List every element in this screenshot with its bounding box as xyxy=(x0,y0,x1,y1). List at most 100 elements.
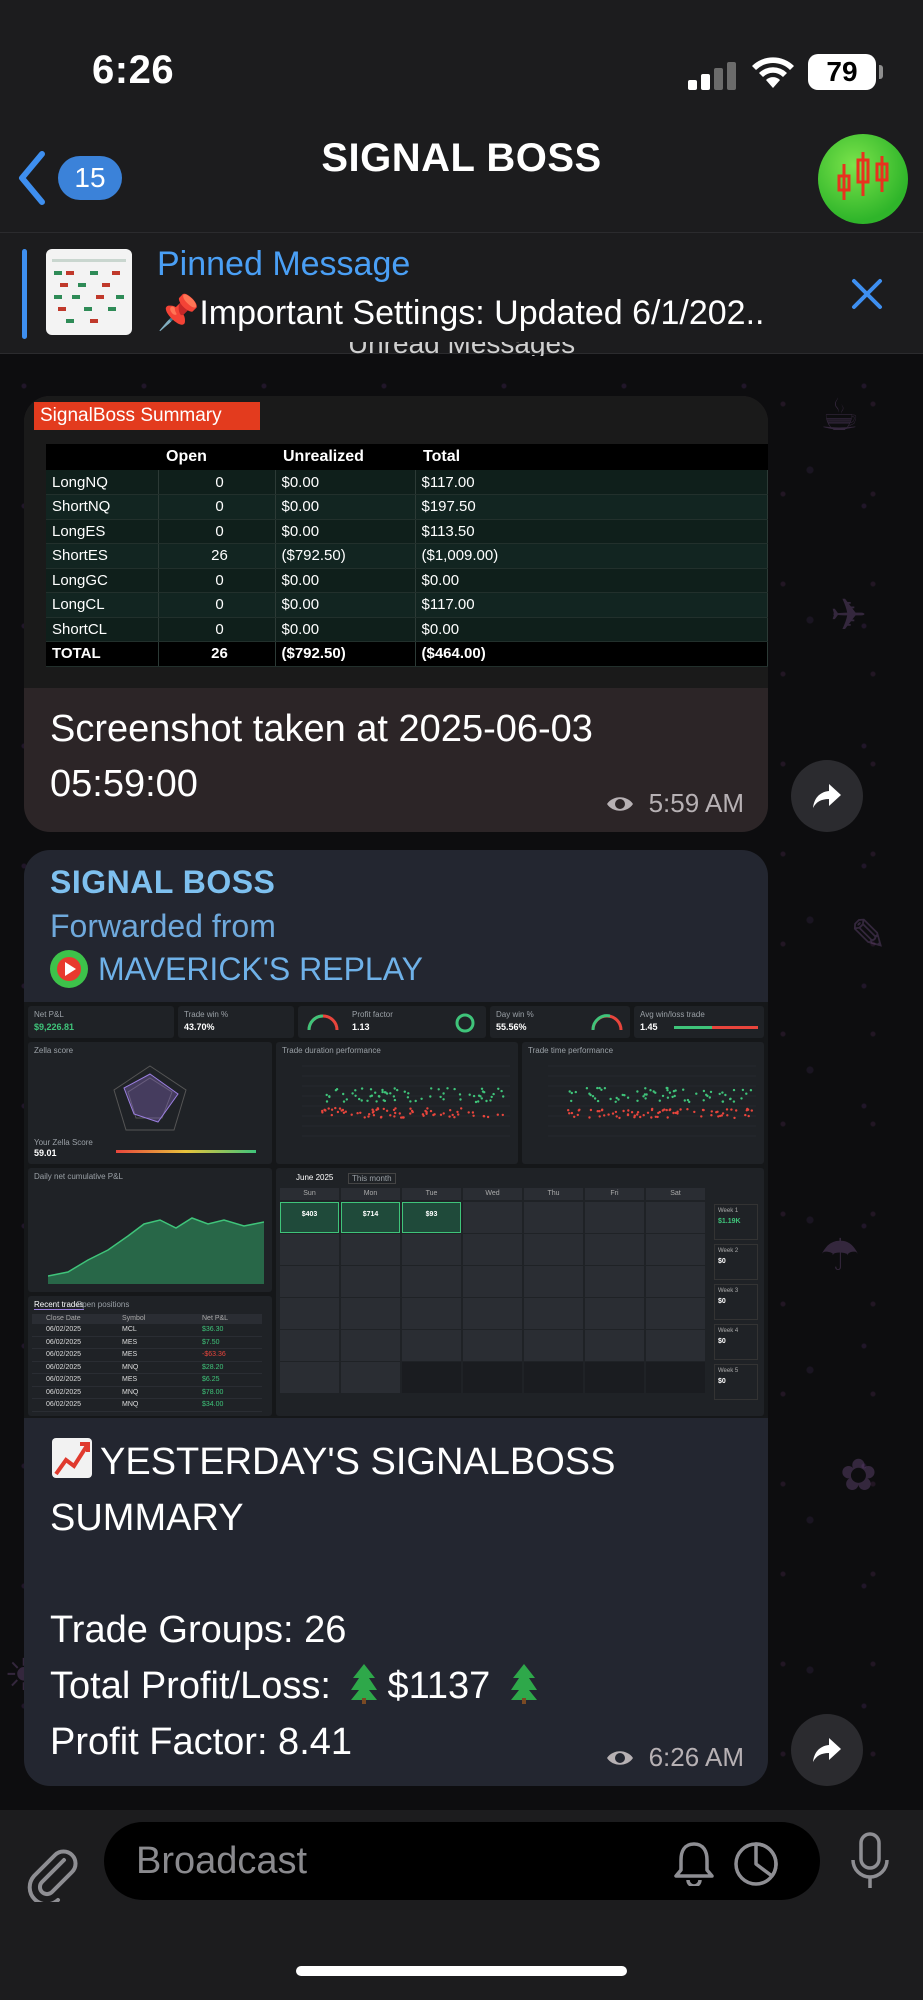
forward-button[interactable] xyxy=(791,760,863,832)
scatter-point xyxy=(600,1088,603,1091)
bell-icon[interactable] xyxy=(672,1840,716,1886)
calendar-day[interactable] xyxy=(280,1266,339,1297)
calendar-day[interactable] xyxy=(341,1266,400,1297)
recent-trade-row[interactable]: 06/02/2025 MNQ $34.00 xyxy=(32,1399,262,1412)
calendar-day[interactable] xyxy=(585,1362,644,1393)
calendar-day[interactable] xyxy=(402,1266,461,1297)
recent-trade-row[interactable]: 06/02/2025 MES $7.50 xyxy=(32,1337,262,1349)
calendar-day[interactable] xyxy=(524,1202,583,1233)
weekday-header: Mon xyxy=(341,1188,400,1200)
calendar-day[interactable] xyxy=(524,1298,583,1329)
calendar-day[interactable]: $403 xyxy=(280,1202,339,1233)
status-time: 6:26 xyxy=(92,48,175,92)
dashboard-image[interactable]: Net P&L $9,226.81 Trade win % 43.70% Pro… xyxy=(24,1002,768,1418)
calendar-day[interactable] xyxy=(402,1298,461,1329)
microphone-icon[interactable] xyxy=(848,1832,892,1892)
scatter-point xyxy=(609,1097,612,1101)
scatter-point xyxy=(446,1087,449,1090)
calendar-day[interactable] xyxy=(402,1362,461,1393)
scatter-point xyxy=(672,1111,675,1115)
scatter-point xyxy=(598,1110,601,1113)
calendar-day[interactable] xyxy=(402,1330,461,1361)
scatter-point xyxy=(393,1098,397,1102)
calendar-day[interactable] xyxy=(646,1234,705,1265)
paperclip-icon[interactable] xyxy=(24,1840,80,1902)
scatter-point xyxy=(403,1090,406,1093)
doodle-icon: ✈ xyxy=(830,591,867,640)
scatter-point xyxy=(409,1107,412,1110)
calendar-day[interactable] xyxy=(585,1330,644,1361)
scatter-point xyxy=(467,1111,470,1114)
summary-row: LongCL 0 $0.00 $117.00 xyxy=(46,592,768,618)
scatter-point xyxy=(393,1115,396,1118)
close-icon[interactable] xyxy=(848,275,886,313)
calendar-day[interactable] xyxy=(524,1330,583,1361)
scatter-point xyxy=(479,1095,482,1098)
calendar-day[interactable] xyxy=(585,1266,644,1297)
trade-pnl: $28.20 xyxy=(202,1363,224,1371)
row-unrealized: $0.00 xyxy=(275,617,416,642)
calendar-day[interactable] xyxy=(585,1202,644,1233)
calendar-day[interactable] xyxy=(280,1234,339,1265)
calendar-day[interactable] xyxy=(646,1202,705,1233)
kpi-card: Avg win/loss trade 1.45 xyxy=(634,1006,764,1038)
calendar-day[interactable] xyxy=(280,1298,339,1329)
forwarded-source[interactable]: MAVERICK'S REPLAY xyxy=(50,950,423,988)
broadcast-input[interactable]: Broadcast xyxy=(104,1822,820,1900)
forward-button[interactable] xyxy=(791,1714,863,1786)
scatter-point xyxy=(448,1115,451,1118)
scatter-point xyxy=(356,1112,359,1115)
channel-avatar[interactable] xyxy=(818,134,908,224)
calendar-day[interactable] xyxy=(341,1362,400,1393)
summary-table-image[interactable]: SignalBoss Summary Open Unrealized Total… xyxy=(24,396,768,688)
calendar-day[interactable] xyxy=(585,1298,644,1329)
this-month-button[interactable]: This month xyxy=(348,1173,396,1184)
calendar-day[interactable] xyxy=(463,1362,522,1393)
message-bubble-report[interactable]: SIGNAL BOSS Forwarded from MAVERICK'S RE… xyxy=(24,850,768,1786)
calendar-day[interactable] xyxy=(341,1298,400,1329)
calendar-day[interactable] xyxy=(524,1266,583,1297)
calendar-day[interactable] xyxy=(463,1234,522,1265)
calendar-day[interactable] xyxy=(585,1234,644,1265)
recent-trade-row[interactable]: 06/02/2025 MNQ $78.00 xyxy=(32,1387,262,1399)
calendar-day[interactable] xyxy=(646,1298,705,1329)
message-bubble-summary[interactable]: SignalBoss Summary Open Unrealized Total… xyxy=(24,396,768,832)
recent-trade-row[interactable]: 06/02/2025 MCL $36.30 xyxy=(32,1324,262,1337)
scatter-point xyxy=(359,1111,362,1114)
timer-icon[interactable] xyxy=(732,1840,780,1888)
calendar-day[interactable] xyxy=(646,1362,705,1393)
calendar-day[interactable] xyxy=(341,1330,400,1361)
calendar-day[interactable] xyxy=(524,1362,583,1393)
calendar-day[interactable] xyxy=(646,1266,705,1297)
cellular-signal-icon xyxy=(688,62,736,90)
scatter-point xyxy=(439,1113,443,1116)
calendar-day[interactable] xyxy=(524,1234,583,1265)
calendar-day[interactable] xyxy=(646,1330,705,1361)
scatter-point xyxy=(411,1110,414,1114)
chat-title[interactable]: SIGNAL BOSS xyxy=(0,136,923,181)
calendar-day[interactable] xyxy=(280,1330,339,1361)
scatter-point xyxy=(501,1113,504,1117)
scatter-point xyxy=(345,1098,348,1101)
week-value: $1.19K xyxy=(718,1218,741,1225)
calendar-day[interactable] xyxy=(402,1234,461,1265)
recent-trade-row[interactable]: 06/02/2025 MNQ $28.20 xyxy=(32,1362,262,1374)
calendar-day[interactable] xyxy=(280,1362,339,1393)
pinned-thumbnail xyxy=(46,249,132,335)
pinned-message-bar[interactable]: Pinned Message 📌Important Settings: Upda… xyxy=(0,232,923,354)
sender-name[interactable]: SIGNAL BOSS xyxy=(50,864,275,901)
calendar-day[interactable] xyxy=(463,1298,522,1329)
forwarded-label: Forwarded from xyxy=(50,908,276,944)
calendar-day[interactable] xyxy=(463,1266,522,1297)
scatter-point xyxy=(573,1115,576,1118)
calendar-day[interactable]: $714 xyxy=(341,1202,400,1233)
calendar-day[interactable] xyxy=(463,1202,522,1233)
open-positions-tab[interactable]: Open positions xyxy=(76,1300,129,1309)
calendar-day[interactable] xyxy=(463,1330,522,1361)
calendar-day[interactable]: $93 xyxy=(402,1202,461,1233)
recent-trade-row[interactable]: 06/02/2025 MES -$63.36 xyxy=(32,1349,262,1362)
recent-trade-row[interactable]: 06/02/2025 MES $6.25 xyxy=(32,1374,262,1387)
scatter-point xyxy=(439,1095,442,1099)
scatter-point xyxy=(679,1108,682,1111)
calendar-day[interactable] xyxy=(341,1234,400,1265)
